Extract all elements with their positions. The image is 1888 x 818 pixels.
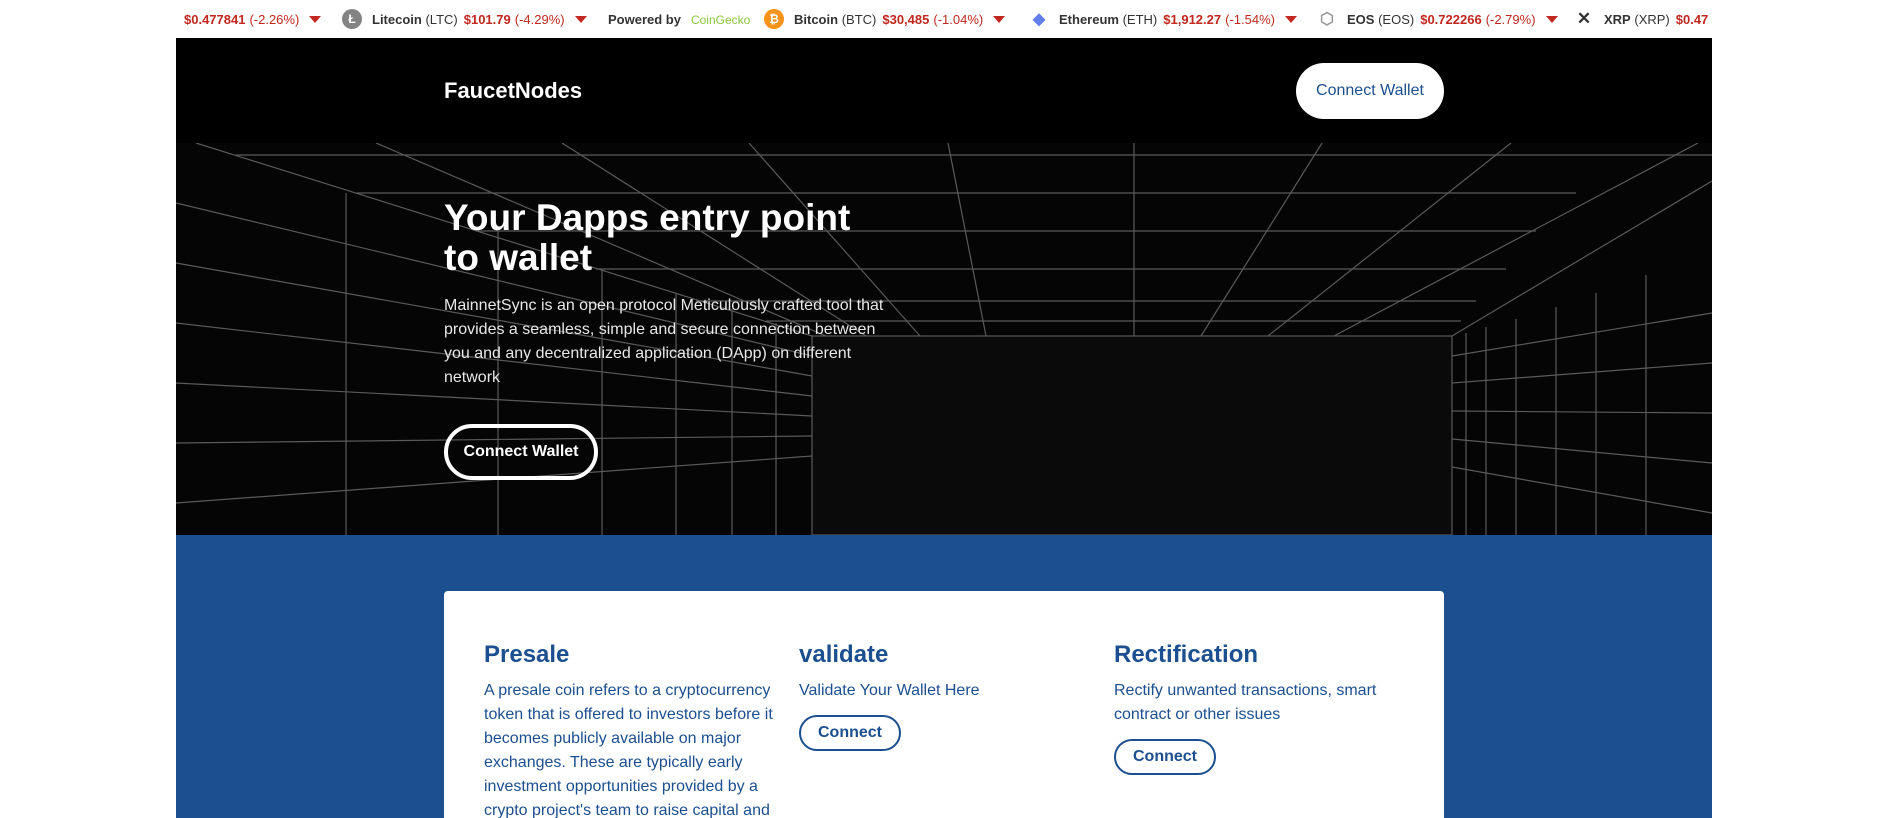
ticker-symbol: (ETH) (1122, 11, 1158, 27)
ticker-name: XRP (1604, 11, 1631, 27)
caret-down-icon (1284, 15, 1297, 23)
coingecko-link[interactable]: CoinGecko (691, 13, 750, 27)
ticker-price: $101.79 (463, 11, 511, 27)
hero-section: Your Dapps entry point to wallet Mainnet… (176, 143, 1712, 535)
navbar: FaucetNodes Connect Wallet (176, 38, 1712, 143)
powered-by[interactable]: Powered by CoinGecko (608, 0, 750, 38)
caret-down-icon (993, 15, 1006, 23)
features-section: Presale A presale coin refers to a crypt… (176, 535, 1712, 818)
ticker-item-ethereum[interactable]: ◆ Ethereum (ETH) $1,912.27 (-1.54%) (1029, 0, 1297, 38)
ticker-change: (-1.04%) (933, 11, 984, 27)
ticker-symbol: (BTC) (841, 11, 877, 27)
feature-text: A presale coin refers to a cryptocurrenc… (484, 682, 773, 818)
ticker-change: (-2.79%) (1485, 11, 1536, 27)
ticker-symbol: (XRP) (1634, 11, 1670, 27)
bitcoin-icon: ₿ (764, 9, 784, 29)
ticker-item-bitcoin[interactable]: ₿ Bitcoin (BTC) $30,485 (-1.04%) (764, 0, 1006, 38)
rectification-connect-button[interactable]: Connect (1114, 739, 1216, 775)
feature-validate: validate Validate Your Wallet Here Conne… (799, 641, 1099, 751)
ticker-name: EOS (1347, 11, 1375, 27)
feature-rectification: Rectification Rectify unwanted transacti… (1114, 641, 1414, 775)
ticker-price: $0.722266 (1420, 11, 1482, 27)
ticker-price: $1,912.27 (1163, 11, 1222, 27)
nav-connect-wallet-button[interactable]: Connect Wallet (1296, 63, 1444, 119)
powered-by-label: Powered by (608, 11, 681, 27)
ethereum-icon: ◆ (1032, 11, 1046, 28)
feature-text: Validate Your Wallet Here (799, 682, 980, 699)
ticker-price: $30,485 (882, 11, 930, 27)
litecoin-icon: Ł (342, 9, 362, 29)
caret-down-icon (1545, 15, 1558, 23)
ticker-price: $0.47 (1675, 11, 1709, 27)
ticker-symbol: (LTC) (425, 11, 458, 27)
hero-connect-wallet-button[interactable]: Connect Wallet (444, 424, 598, 480)
hero-description: MainnetSync is an open protocol Meticulo… (444, 297, 884, 386)
ticker-item-xrp-partial[interactable]: $0.477841 (-2.26%) (184, 0, 322, 38)
feature-title: validate (799, 641, 889, 668)
ticker-change: (-1.54%) (1225, 11, 1275, 27)
caret-down-icon (309, 15, 322, 23)
ticker-item-xrp[interactable]: ✕ XRP (XRP) $0.47 (1574, 0, 1712, 38)
eos-icon: ⬡ (1320, 11, 1334, 28)
validate-connect-button[interactable]: Connect (799, 715, 901, 751)
grid-background (176, 143, 1712, 535)
ticker-item-eos[interactable]: ⬡ EOS (EOS) $0.722266 (-2.79%) (1317, 0, 1558, 38)
price-ticker: $0.477841 (-2.26%) Ł Litecoin (LTC) $101… (176, 0, 1712, 38)
feature-text: Rectify unwanted transactions, smart con… (1114, 682, 1377, 723)
feature-title: Presale (484, 641, 570, 668)
ticker-price: $0.477841 (184, 11, 246, 27)
ticker-item-litecoin[interactable]: Ł Litecoin (LTC) $101.79 (-4.29%) (342, 0, 587, 38)
ticker-symbol: (EOS) (1378, 11, 1415, 27)
ticker-name: Litecoin (372, 11, 422, 27)
xrp-icon: ✕ (1576, 9, 1592, 28)
hero-title: Your Dapps entry point to wallet (444, 197, 851, 278)
feature-presale: Presale A presale coin refers to a crypt… (484, 641, 784, 818)
features-card: Presale A presale coin refers to a crypt… (444, 591, 1444, 818)
ticker-name: Bitcoin (794, 11, 839, 27)
ticker-change: (-4.29%) (514, 11, 565, 27)
caret-down-icon (574, 15, 587, 23)
ticker-change: (-2.26%) (249, 11, 300, 27)
ticker-name: Ethereum (1059, 11, 1119, 27)
feature-title: Rectification (1114, 641, 1259, 668)
brand-logo[interactable]: FaucetNodes (444, 78, 582, 104)
